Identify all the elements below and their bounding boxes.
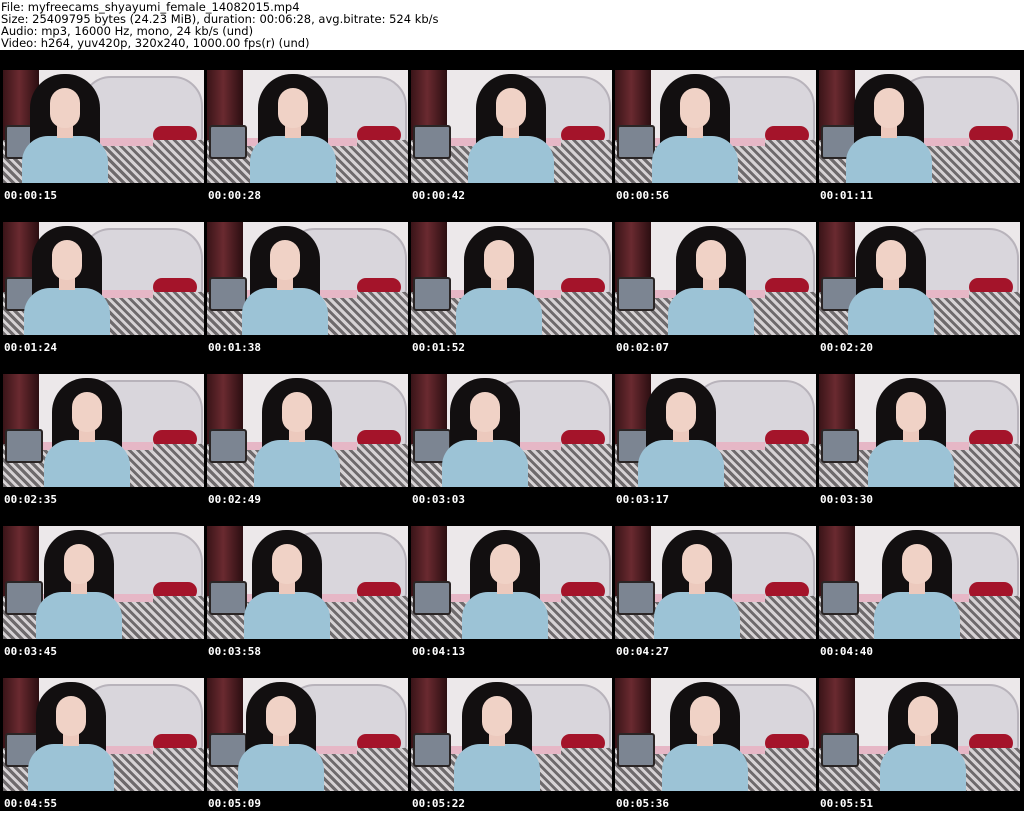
thumbnail-cell: 00:04:55 [3, 678, 204, 827]
timestamp-label: 00:01:52 [412, 341, 465, 354]
video-frame-thumbnail [207, 678, 408, 791]
thumbnail-cell: 00:00:56 [615, 70, 816, 219]
video-frame-thumbnail [819, 222, 1020, 335]
thumbnail-cell: 00:00:42 [411, 70, 612, 219]
video-frame-thumbnail [3, 678, 204, 791]
thumbnail-cell: 00:03:17 [615, 374, 816, 523]
timestamp-label: 00:03:45 [4, 645, 57, 658]
video-frame-thumbnail [3, 526, 204, 639]
timestamp-label: 00:02:49 [208, 493, 261, 506]
timestamp-label: 00:00:28 [208, 189, 261, 202]
thumbnail-cell: 00:02:49 [207, 374, 408, 523]
timestamp-label: 00:01:38 [208, 341, 261, 354]
thumbnail-grid: 00:00:15 00:00:28 00:00:42 00:00:56 00:01:11… [3, 70, 1020, 827]
thumbnail-cell: 00:03:03 [411, 374, 612, 523]
timestamp-label: 00:02:07 [616, 341, 669, 354]
video-frame-thumbnail [819, 678, 1020, 791]
timestamp-label: 00:00:15 [4, 189, 57, 202]
thumbnail-cell: 00:03:30 [819, 374, 1020, 523]
timestamp-label: 00:05:51 [820, 797, 873, 810]
video-frame-thumbnail [411, 678, 612, 791]
timestamp-label: 00:01:24 [4, 341, 57, 354]
video-frame-thumbnail [615, 70, 816, 183]
timestamp-label: 00:03:30 [820, 493, 873, 506]
thumbnail-sheet: 00:00:15 00:00:28 00:00:42 00:00:56 00:01:11… [0, 50, 1024, 811]
video-frame-thumbnail [819, 526, 1020, 639]
video-frame-thumbnail [411, 70, 612, 183]
timestamp-label: 00:05:09 [208, 797, 261, 810]
timestamp-label: 00:03:17 [616, 493, 669, 506]
video-frame-thumbnail [207, 374, 408, 487]
thumbnail-cell: 00:04:13 [411, 526, 612, 675]
video-frame-thumbnail [207, 70, 408, 183]
timestamp-label: 00:04:40 [820, 645, 873, 658]
video-frame-thumbnail [3, 70, 204, 183]
video-info-line: Video: h264, yuv420p, 320x240, 1000.00 f… [1, 36, 310, 50]
video-frame-thumbnail [411, 222, 612, 335]
timestamp-label: 00:04:13 [412, 645, 465, 658]
thumbnail-cell: 00:01:24 [3, 222, 204, 371]
timestamp-label: 00:02:35 [4, 493, 57, 506]
video-frame-thumbnail [615, 526, 816, 639]
timestamp-label: 00:04:27 [616, 645, 669, 658]
thumbnail-cell: 00:01:11 [819, 70, 1020, 219]
video-frame-thumbnail [615, 374, 816, 487]
timestamp-label: 00:03:03 [412, 493, 465, 506]
video-frame-thumbnail [411, 526, 612, 639]
timestamp-label: 00:00:42 [412, 189, 465, 202]
video-frame-thumbnail [819, 374, 1020, 487]
timestamp-label: 00:02:20 [820, 341, 873, 354]
video-frame-thumbnail [3, 222, 204, 335]
thumbnail-cell: 00:01:38 [207, 222, 408, 371]
timestamp-label: 00:03:58 [208, 645, 261, 658]
video-frame-thumbnail [411, 374, 612, 487]
thumbnail-cell: 00:03:45 [3, 526, 204, 675]
thumbnail-cell: 00:00:28 [207, 70, 408, 219]
video-frame-thumbnail [3, 374, 204, 487]
timestamp-label: 00:01:11 [820, 189, 873, 202]
thumbnail-cell: 00:04:40 [819, 526, 1020, 675]
thumbnail-cell: 00:01:52 [411, 222, 612, 371]
thumbnail-cell: 00:05:22 [411, 678, 612, 827]
thumbnail-cell: 00:02:35 [3, 374, 204, 523]
timestamp-label: 00:05:36 [616, 797, 669, 810]
video-frame-thumbnail [615, 678, 816, 791]
video-frame-thumbnail [819, 70, 1020, 183]
timestamp-label: 00:00:56 [616, 189, 669, 202]
thumbnail-cell: 00:00:15 [3, 70, 204, 219]
file-info-header: File: myfreecams_shyayumi_female_1408201… [0, 0, 1024, 50]
thumbnail-cell: 00:03:58 [207, 526, 408, 675]
video-frame-thumbnail [207, 526, 408, 639]
video-frame-thumbnail [207, 222, 408, 335]
timestamp-label: 00:05:22 [412, 797, 465, 810]
thumbnail-cell: 00:02:07 [615, 222, 816, 371]
thumbnail-cell: 00:05:51 [819, 678, 1020, 827]
thumbnail-cell: 00:02:20 [819, 222, 1020, 371]
thumbnail-cell: 00:05:36 [615, 678, 816, 827]
timestamp-label: 00:04:55 [4, 797, 57, 810]
thumbnail-cell: 00:04:27 [615, 526, 816, 675]
thumbnail-cell: 00:05:09 [207, 678, 408, 827]
video-frame-thumbnail [615, 222, 816, 335]
